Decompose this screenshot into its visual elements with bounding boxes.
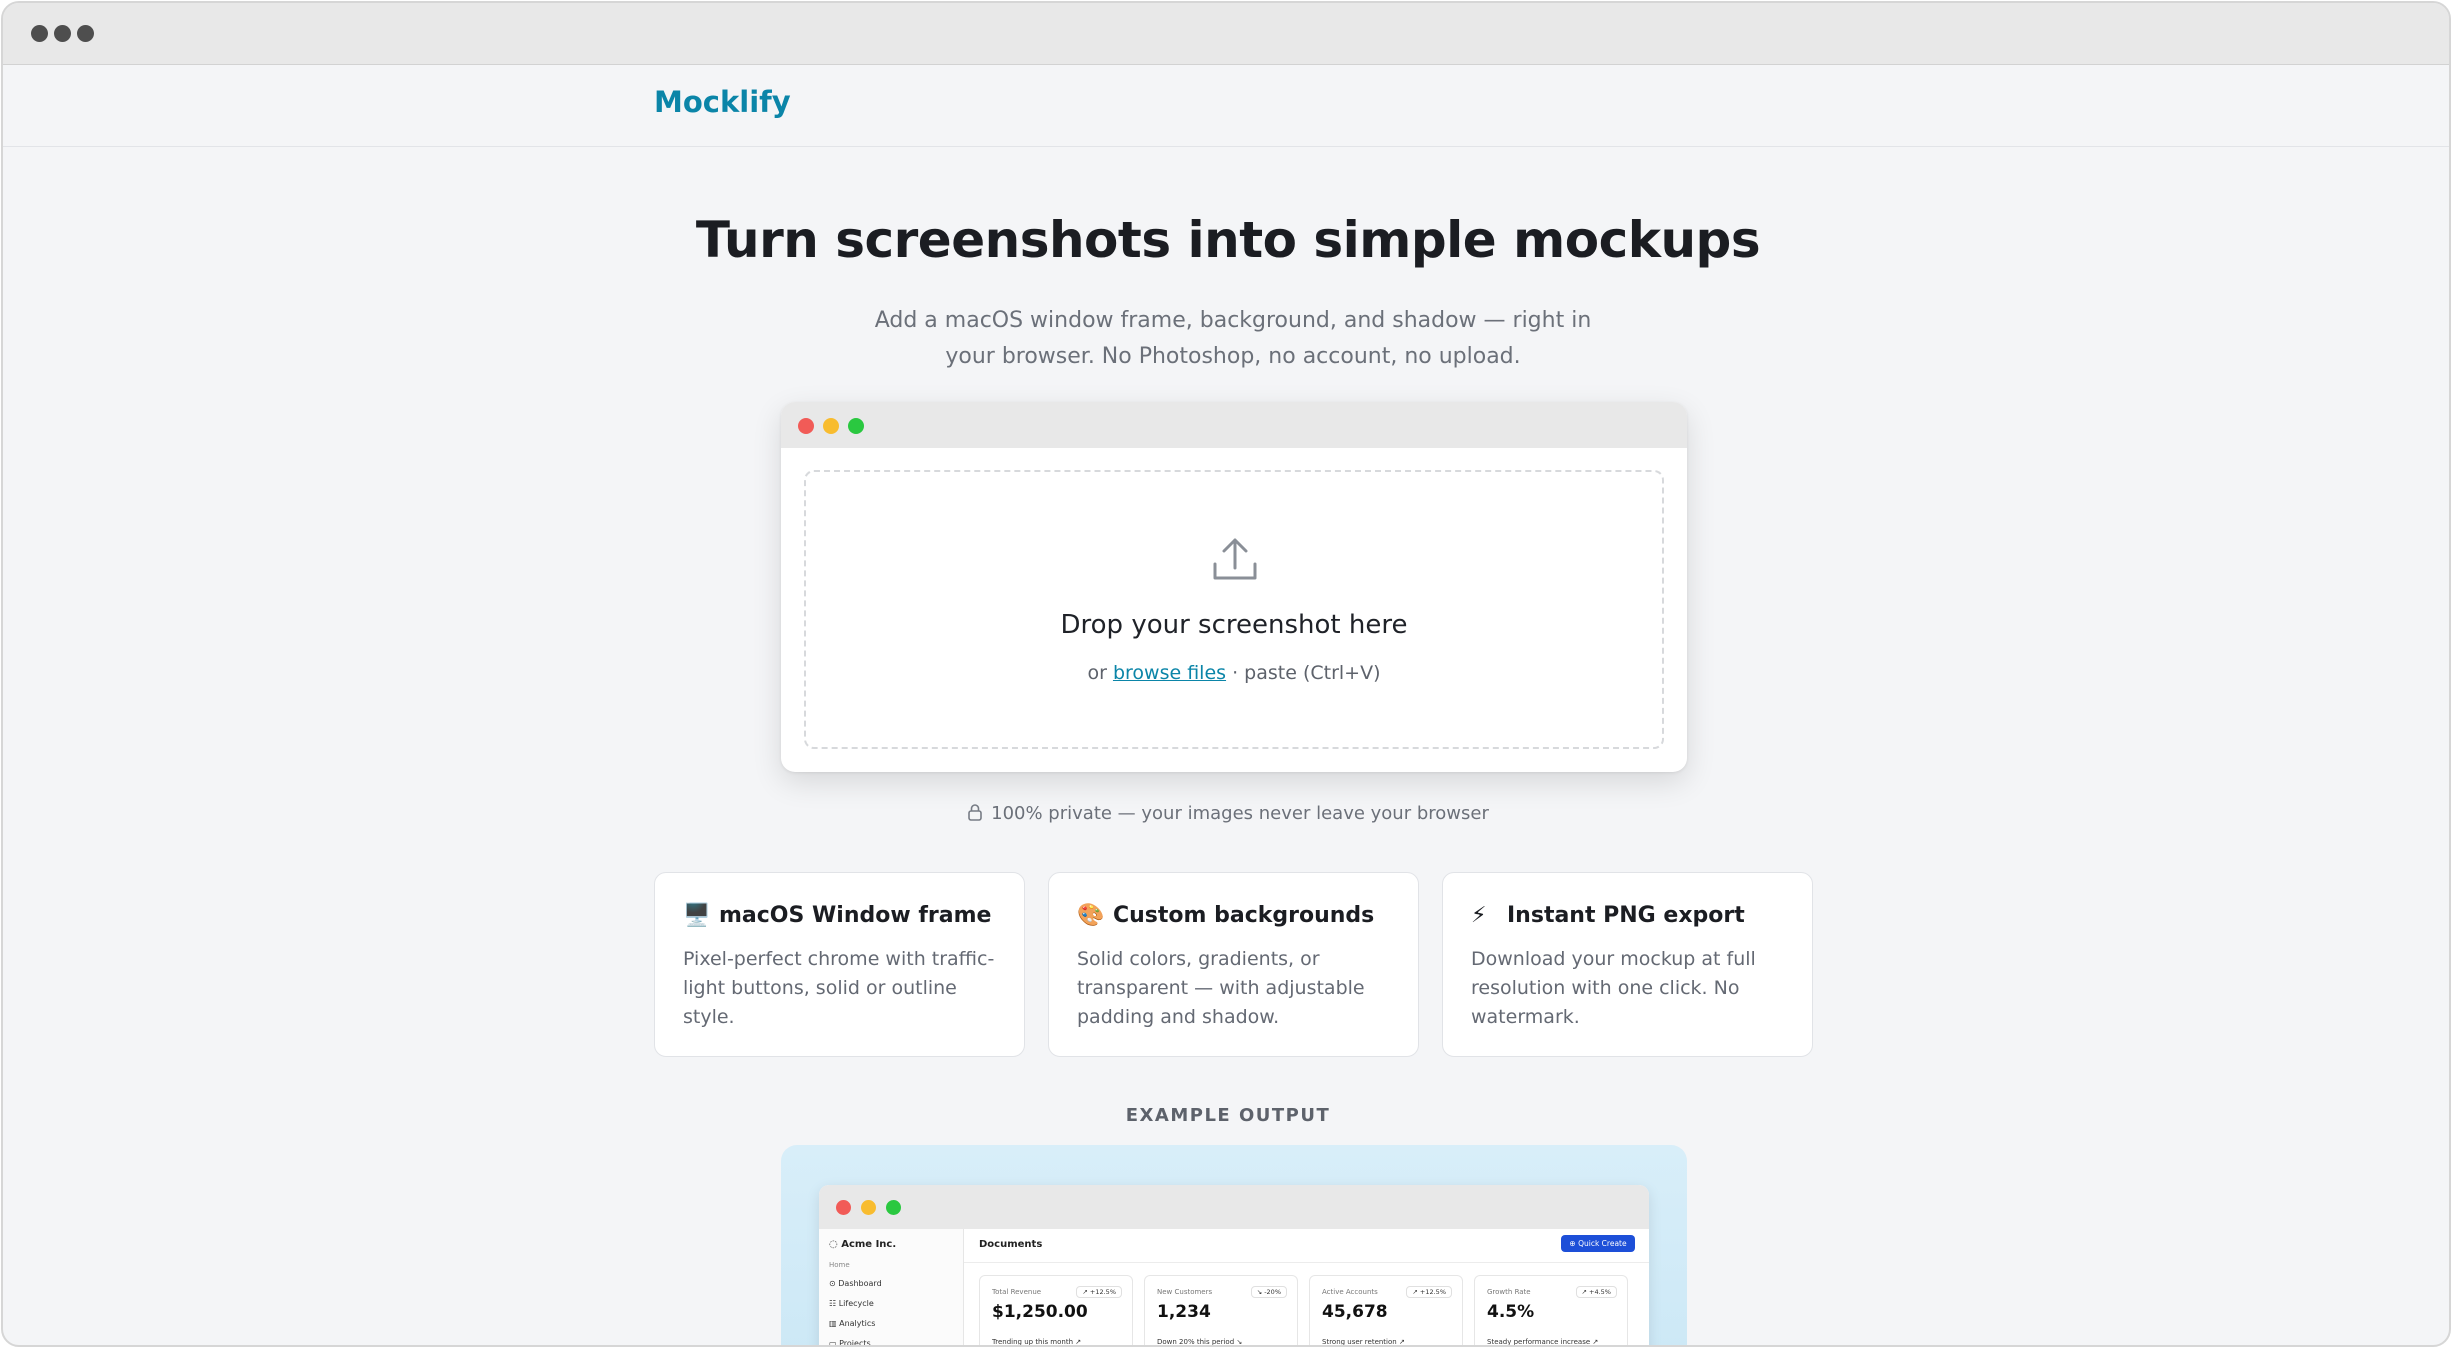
window-dot-icon[interactable]	[31, 25, 48, 42]
example-nav-section: Home	[829, 1261, 850, 1269]
example-stat-card: Active Accounts ↗ +12.5% 45,678 Strong u…	[1309, 1275, 1463, 1346]
stat-value: 4.5%	[1487, 1302, 1535, 1322]
example-divider	[964, 1262, 1649, 1263]
window-titlebar	[3, 3, 2449, 65]
example-sidebar: ◌ Acme Inc. Home ⊙ Dashboard ☷ Lifecycle…	[819, 1229, 964, 1347]
stat-value: 45,678	[1322, 1302, 1388, 1322]
example-company: ◌ Acme Inc.	[829, 1239, 897, 1250]
example-nav-item: ⊙ Dashboard	[829, 1279, 882, 1288]
feature-title: Custom backgrounds	[1113, 903, 1375, 928]
paste-hint: · paste (Ctrl+V)	[1232, 662, 1381, 684]
feature-description: Download your mockup at full resolution …	[1471, 948, 1756, 1028]
stat-badge: ↗ +4.5%	[1575, 1286, 1617, 1298]
window-dot-icon[interactable]	[54, 25, 71, 42]
example-nav-label: Projects	[839, 1339, 871, 1347]
hero-subtitle-line: your browser. No Photoshop, no account, …	[945, 344, 1521, 369]
example-stat-card: Growth Rate ↗ +4.5% 4.5% Steady performa…	[1474, 1275, 1628, 1346]
feature-card-window-frame: 🖥️ macOS Window frame Pixel-perfect chrom…	[654, 872, 1025, 1057]
window-dot-icon[interactable]	[77, 25, 94, 42]
hero-title: Turn screenshots into simple mockups	[695, 211, 1761, 269]
stat-note: Down 20% this period ↘	[1157, 1338, 1243, 1346]
logo[interactable]: Mocklify	[654, 85, 791, 119]
monitor-icon: 🖥️	[683, 903, 711, 928]
hero-subtitle-line: Add a macOS window frame, background, an…	[874, 308, 1592, 333]
browser-window: Mocklify Turn screenshots into simple mo…	[1, 1, 2451, 1347]
example-quick-create-button: ⊕ Quick Create	[1561, 1235, 1635, 1252]
hero-subtitle: Add a macOS window frame, background, an…	[873, 303, 1593, 375]
example-stat-card: Total Revenue ↗ +12.5% $1,250.00 Trendin…	[979, 1275, 1133, 1346]
close-traffic-light-icon	[836, 1200, 851, 1215]
stat-value: $1,250.00	[992, 1302, 1088, 1322]
feature-heading: 🎨 Custom backgrounds	[1077, 903, 1374, 928]
example-page-title: Documents	[979, 1239, 1043, 1250]
stat-value: 1,234	[1157, 1302, 1211, 1322]
minimize-traffic-light-icon	[861, 1200, 876, 1215]
example-window: ◌ Acme Inc. Home ⊙ Dashboard ☷ Lifecycle…	[819, 1185, 1649, 1347]
stat-note: Strong user retention ↗	[1322, 1338, 1405, 1346]
example-titlebar	[819, 1185, 1649, 1229]
example-nav-label: Analytics	[839, 1319, 876, 1328]
dropzone-subtitle: or browse files · paste (Ctrl+V)	[806, 662, 1662, 684]
example-company-name: Acme Inc.	[841, 1239, 897, 1250]
feature-description: Pixel-perfect chrome with traffic-light …	[683, 948, 995, 1028]
upload-window-titlebar	[781, 402, 1687, 448]
site-header: Mocklify	[3, 65, 2449, 147]
stat-label: Growth Rate	[1487, 1288, 1531, 1296]
dropzone[interactable]: Drop your screenshot here or browse file…	[804, 470, 1664, 749]
feature-heading: ⚡ Instant PNG export	[1471, 903, 1745, 928]
example-quick-create-label: Quick Create	[1578, 1239, 1627, 1248]
example-nav-label: Lifecycle	[838, 1299, 874, 1308]
upload-window: Drop your screenshot here or browse file…	[781, 402, 1687, 772]
stat-note: Trending up this month ↗	[992, 1338, 1082, 1346]
example-stat-card: New Customers ↘ -20% 1,234 Down 20% this…	[1144, 1275, 1298, 1346]
maximize-traffic-light-icon	[886, 1200, 901, 1215]
close-traffic-light-icon	[798, 418, 814, 434]
privacy-text: 100% private — your images never leave y…	[991, 803, 1489, 824]
browse-files-link[interactable]: browse files	[1113, 662, 1226, 684]
stat-label: Active Accounts	[1322, 1288, 1378, 1296]
example-output-label: EXAMPLE OUTPUT	[1125, 1105, 1331, 1126]
feature-heading: 🖥️ macOS Window frame	[683, 903, 991, 928]
palette-icon: 🎨	[1077, 903, 1105, 928]
upload-icon	[1213, 538, 1257, 580]
stat-badge: ↘ -20%	[1250, 1286, 1287, 1298]
example-nav-item: ▥ Analytics	[829, 1319, 876, 1328]
stat-badge: ↗ +12.5%	[1076, 1286, 1122, 1298]
lock-icon	[968, 804, 982, 821]
example-nav-label: Dashboard	[838, 1279, 882, 1288]
example-nav-item: ☷ Lifecycle	[829, 1299, 874, 1308]
feature-description: Solid colors, gradients, or transparent …	[1077, 948, 1365, 1028]
stat-note: Steady performance increase ↗	[1487, 1338, 1599, 1346]
lightning-icon: ⚡	[1471, 903, 1487, 928]
maximize-traffic-light-icon	[848, 418, 864, 434]
feature-title: Instant PNG export	[1507, 903, 1745, 928]
stat-badge: ↗ +12.5%	[1406, 1286, 1452, 1298]
dropzone-prefix: or	[1087, 662, 1107, 684]
feature-card-png-export: ⚡ Instant PNG export Download your mockup…	[1442, 872, 1813, 1057]
feature-card-backgrounds: 🎨 Custom backgrounds Solid colors, gradie…	[1048, 872, 1419, 1057]
stat-label: Total Revenue	[992, 1288, 1042, 1296]
feature-title: macOS Window frame	[719, 903, 992, 928]
stat-label: New Customers	[1157, 1288, 1213, 1296]
minimize-traffic-light-icon	[823, 418, 839, 434]
example-nav-item: ▭ Projects	[829, 1339, 871, 1347]
privacy-note: 100% private — your images never leave y…	[3, 803, 2449, 824]
example-output-preview: ◌ Acme Inc. Home ⊙ Dashboard ☷ Lifecycle…	[781, 1145, 1687, 1347]
dropzone-title: Drop your screenshot here	[1060, 610, 1408, 640]
